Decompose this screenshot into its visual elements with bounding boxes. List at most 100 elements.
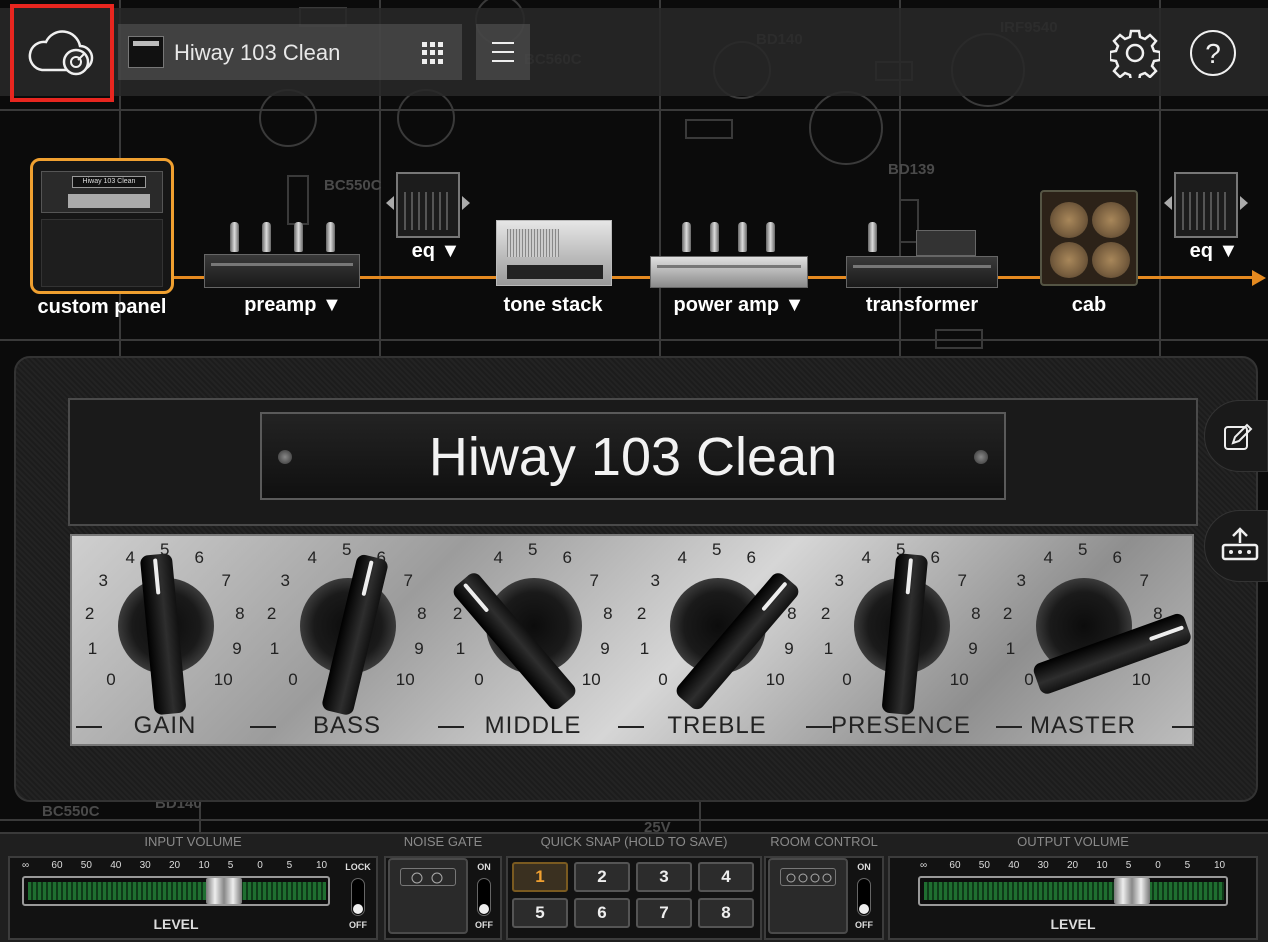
knob-scale-number: 2 [1002, 604, 1013, 624]
custom-panel-label: custom panel [37, 296, 167, 318]
knob-scale-number: 7 [403, 571, 413, 591]
lock-toggle[interactable]: LOCK OFF [342, 858, 374, 934]
knob-master[interactable]: 012345678910MASTER [990, 534, 1193, 746]
knob-scale-number: 4 [677, 548, 687, 568]
label-divider [806, 726, 832, 728]
knob-scale-number: 5 [342, 540, 352, 559]
volume-scale-label: 40 [1008, 860, 1020, 871]
output-volume-slider-handle[interactable] [1114, 878, 1150, 904]
volume-scale-label: 5 [1125, 860, 1132, 871]
lock-label: LOCK [345, 862, 371, 872]
power-amp-module[interactable] [650, 218, 808, 288]
knob-scale-number: 0 [658, 669, 668, 689]
noise-gate-pedal[interactable] [388, 858, 468, 934]
tone-stack-module[interactable] [496, 220, 612, 286]
knob-scale-number: 6 [194, 548, 204, 568]
room-control-pedal[interactable] [768, 858, 848, 934]
toggle-knob [859, 904, 869, 914]
noise-gate-toggle[interactable]: ON OFF [468, 858, 500, 934]
eq-module-2[interactable] [1174, 172, 1238, 238]
quick-snap-grid: 1234 5678 [508, 858, 760, 934]
knob-scale-number: 10 [395, 669, 415, 689]
edit-button[interactable] [1204, 400, 1268, 472]
room-control-title: ROOM CONTROL [770, 834, 878, 849]
cloud-with-dial-icon [28, 30, 94, 76]
help-button[interactable]: ? [1190, 30, 1236, 76]
input-volume-slider-handle[interactable] [206, 878, 242, 904]
pedal-knobs-icon [786, 873, 832, 883]
knob-scale-number: 9 [232, 639, 242, 659]
knob-scale-number: 4 [493, 548, 503, 568]
knob-scale-number: 7 [221, 571, 231, 591]
knob-scale-number: 2 [452, 604, 463, 624]
cab-module[interactable] [1040, 190, 1138, 286]
tonecloud-button[interactable] [10, 4, 114, 102]
knob-scale-number: 8 [971, 604, 981, 624]
amp-nameplate[interactable]: Hiway 103 Clean [260, 412, 1006, 500]
volume-scale-label: 5 [286, 860, 293, 871]
preamp-module[interactable] [204, 218, 360, 288]
menu-button[interactable] [476, 24, 530, 80]
preset-selector[interactable]: Hiway 103 Clean [118, 24, 462, 80]
export-button[interactable] [1204, 510, 1268, 582]
knob-scale-number: 2 [266, 604, 277, 624]
custom-panel-module[interactable]: Hiway 103 Clean [30, 158, 174, 294]
knob-scale-number: 5 [528, 540, 538, 559]
room-control-off-label: OFF [855, 920, 873, 930]
knob-scale-number: 3 [650, 571, 660, 591]
knob-gain[interactable]: 0 1 2 3 4 5 6 7 8 9 10 GAIN [72, 534, 258, 746]
volume-scale-label: 5 [227, 860, 234, 871]
output-level-meter[interactable] [918, 876, 1228, 906]
quick-snap-button-6[interactable]: 6 [574, 898, 630, 928]
grid-icon[interactable] [422, 42, 444, 64]
knob-scale-number: 6 [1112, 548, 1122, 568]
knob-scale-number: 9 [784, 639, 794, 659]
eq-1-label[interactable]: eq ▼ [400, 240, 472, 263]
eq-module-1[interactable] [396, 172, 460, 238]
knob-scale-number: 1 [639, 639, 650, 659]
knob-middle[interactable]: 012345678910MIDDLE [440, 534, 626, 746]
eq-2-label[interactable]: eq ▼ [1178, 240, 1250, 263]
knob-scale-number: 7 [1139, 571, 1149, 591]
quick-snap-button-8[interactable]: 8 [698, 898, 754, 928]
volume-scale-label: 60 [51, 860, 63, 871]
knob-scale-number: 1 [1005, 639, 1016, 659]
knob-presence[interactable]: 0 1 2 3 4 5 6 7 8 9 10 PRESENCE [808, 534, 994, 746]
room-control-toggle[interactable]: ON OFF [848, 858, 880, 934]
chevron-right-icon[interactable] [462, 196, 470, 210]
quick-snap-button-5[interactable]: 5 [512, 898, 568, 928]
chevron-left-icon[interactable] [386, 196, 394, 210]
settings-button[interactable] [1108, 28, 1162, 83]
quick-snap-button-7[interactable]: 7 [636, 898, 692, 928]
output-volume-title: OUTPUT VOLUME [1017, 834, 1129, 849]
volume-scale-label: 40 [110, 860, 122, 871]
power-amp-label[interactable]: power amp ▼ [664, 294, 814, 317]
output-level-label: LEVEL [1050, 916, 1096, 932]
transformer-module[interactable] [846, 220, 998, 288]
quick-snap-button-4[interactable]: 4 [698, 862, 754, 892]
knob-scale-number: 9 [414, 639, 424, 659]
output-meter-fill [924, 882, 1224, 900]
knob-bass[interactable]: 0 1 2 3 4 5 6 7 8 9 10 BASS [254, 534, 440, 746]
preamp-label[interactable]: preamp ▼ [226, 294, 360, 317]
chevron-right-icon[interactable] [1240, 196, 1248, 210]
gear-icon [1108, 29, 1162, 83]
quick-snap-button-2[interactable]: 2 [574, 862, 630, 892]
input-meter-fill [28, 882, 326, 900]
hamburger-menu-icon [492, 42, 514, 44]
quick-snap-button-1[interactable]: 1 [512, 862, 568, 892]
knob-treble[interactable]: 012345678910TREBLE [624, 534, 810, 746]
help-icon: ? [1205, 38, 1221, 69]
knob-scale-number: 7 [957, 571, 967, 591]
knob-scale-number: 10 [213, 669, 233, 689]
chain-connector [806, 276, 848, 279]
chevron-left-icon[interactable] [1164, 196, 1172, 210]
volume-scale-label: 10 [198, 860, 210, 871]
chain-connector [996, 276, 1042, 279]
chain-connector [358, 276, 498, 279]
room-control-on-label: ON [857, 862, 871, 872]
input-level-meter[interactable] [22, 876, 330, 906]
chain-connector [1138, 276, 1258, 279]
quick-snap-button-3[interactable]: 3 [636, 862, 692, 892]
knob-label: MIDDLE [484, 712, 582, 739]
